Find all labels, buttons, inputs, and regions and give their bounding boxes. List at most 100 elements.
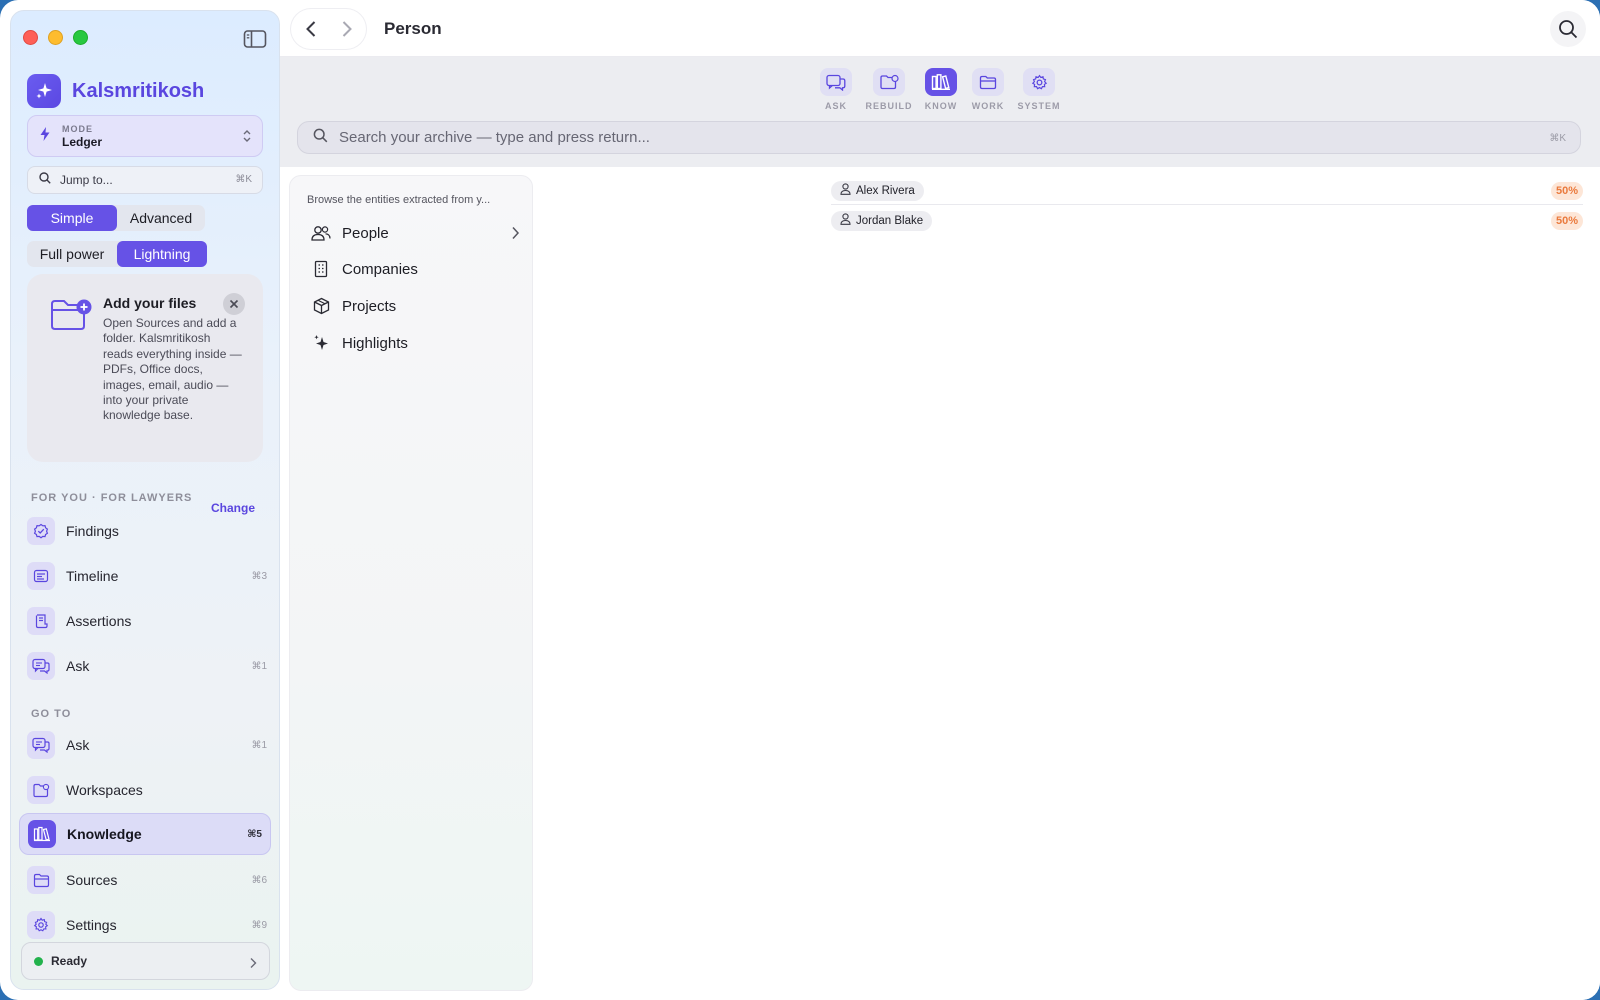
folder-icon: [972, 68, 1004, 96]
jump-to-shortcut: ⌘K: [235, 174, 252, 185]
jump-to-placeholder: Jump to...: [60, 173, 113, 187]
forward-arrow-icon[interactable]: [341, 20, 353, 43]
search-icon[interactable]: [1550, 11, 1586, 47]
shortcut-hint: ⌘1: [251, 660, 267, 672]
chat-icon: [820, 68, 852, 96]
minimize-window-button[interactable]: [48, 30, 63, 45]
section-toolbar: ASK REBUILD KNOW WORK SYSTEM Search your…: [280, 57, 1600, 167]
folder-plus-icon: [49, 298, 93, 337]
simple-toggle[interactable]: Simple: [27, 205, 117, 231]
sparkle-logo-icon: [27, 74, 61, 108]
app-window: Kalsmritikosh MODE Ledger Jump to... ⌘K …: [0, 0, 1600, 1000]
sidebar-item-label: Sources: [66, 872, 118, 888]
back-arrow-icon[interactable]: [305, 20, 317, 43]
main-content: Browse the entities extracted from y... …: [280, 167, 1600, 1000]
close-icon[interactable]: [223, 293, 245, 315]
relevance-badge: 50%: [1550, 212, 1583, 230]
browse-item-people[interactable]: People: [310, 219, 520, 247]
sidebar-item-label: Assertions: [66, 613, 132, 629]
sidebar-item-label: Settings: [66, 917, 117, 933]
zoom-window-button[interactable]: [73, 30, 88, 45]
sidebar-item-timeline[interactable]: Timeline ⌘3: [27, 558, 267, 594]
person-chip[interactable]: Jordan Blake: [831, 211, 933, 231]
building-icon: [310, 260, 332, 278]
jump-to-input[interactable]: Jump to... ⌘K: [27, 166, 263, 194]
person-chip[interactable]: Alex Rivera: [831, 181, 924, 201]
sidebar-item-assertions[interactable]: Assertions: [27, 603, 267, 639]
shortcut-hint: ⌘9: [251, 919, 267, 931]
top-bar: Person: [280, 0, 1600, 57]
status-text: Ready: [51, 954, 88, 968]
gear-icon: [1023, 68, 1055, 96]
mode-label: MODE: [62, 123, 93, 134]
mode-select[interactable]: MODE Ledger: [27, 115, 263, 157]
sidebar-item-findings[interactable]: Findings: [27, 513, 267, 549]
sidebar-item-ask[interactable]: Ask ⌘1: [27, 648, 267, 684]
search-icon: [39, 171, 51, 189]
archive-search-placeholder: Search your archive — type and press ret…: [339, 129, 650, 146]
sidebar: Kalsmritikosh MODE Ledger Jump to... ⌘K …: [10, 10, 280, 990]
brand-name: Kalsmritikosh: [72, 79, 205, 102]
person-name: Alex Rivera: [856, 185, 915, 197]
add-files-callout: Add your files Open Sources and add a fo…: [27, 274, 263, 462]
sidebar-item-knowledge[interactable]: Knowledge ⌘5: [19, 813, 271, 855]
tool-label: SYSTEM: [1017, 101, 1061, 111]
tool-label: KNOW: [924, 101, 958, 111]
tool-ask[interactable]: ASK: [811, 68, 861, 111]
for-you-section-label: FOR YOU · FOR LAWYERS: [31, 492, 193, 504]
person-icon: [840, 182, 851, 200]
shortcut-hint: ⌘1: [251, 739, 267, 751]
tool-rebuild[interactable]: REBUILD: [864, 68, 914, 111]
status-indicator: [34, 956, 43, 966]
status-bar[interactable]: Ready: [21, 942, 270, 980]
callout-title: Add your files: [103, 295, 197, 311]
timeline-icon: [27, 562, 55, 590]
sidebar-item-workspaces[interactable]: Workspaces: [27, 772, 267, 808]
browse-item-projects[interactable]: Projects: [310, 292, 520, 320]
browse-item-highlights[interactable]: Highlights: [310, 329, 520, 357]
tool-label: WORK: [971, 101, 1005, 111]
tool-system[interactable]: SYSTEM: [1014, 68, 1064, 111]
sidebar-toggle-icon[interactable]: [243, 29, 267, 49]
badge-check-icon: [27, 517, 55, 545]
search-icon: [313, 128, 328, 148]
shortcut-hint: ⌘5: [247, 828, 262, 840]
browse-item-label: People: [342, 224, 389, 242]
people-icon: [310, 225, 332, 241]
sidebar-item-label: Ask: [66, 737, 90, 753]
person-name: Jordan Blake: [856, 215, 924, 227]
tool-label: ASK: [824, 101, 847, 111]
full-power-toggle[interactable]: Full power: [27, 241, 117, 267]
shortcut-hint: ⌘6: [251, 874, 267, 886]
entity-row[interactable]: Jordan Blake 50%: [831, 207, 1583, 235]
browse-item-label: Companies: [342, 260, 418, 278]
browse-item-companies[interactable]: Companies: [310, 255, 520, 283]
chevron-right-icon: [511, 226, 520, 245]
gear-icon: [27, 911, 55, 939]
sidebar-item-label: Findings: [66, 523, 119, 539]
folder-gear-icon: [27, 776, 55, 804]
box-icon: [310, 297, 332, 315]
folder-icon: [27, 866, 55, 894]
shortcut-hint: ⌘3: [251, 570, 267, 582]
lightning-icon: [40, 126, 50, 146]
tool-work[interactable]: WORK: [963, 68, 1013, 111]
relevance-badge: 50%: [1550, 182, 1583, 200]
power-segment: Full power Lightning: [27, 241, 207, 267]
scroll-icon: [27, 607, 55, 635]
lightning-toggle[interactable]: Lightning: [117, 241, 207, 267]
folder-gear-icon: [873, 68, 905, 96]
tool-know[interactable]: KNOW: [916, 68, 966, 111]
sidebar-item-label: Workspaces: [66, 782, 143, 798]
entity-row[interactable]: Alex Rivera 50%: [831, 177, 1583, 205]
browse-description: Browse the entities extracted from y...: [307, 194, 491, 206]
sidebar-item-ask-goto[interactable]: Ask ⌘1: [27, 727, 267, 763]
sidebar-item-label: Timeline: [66, 568, 119, 584]
tool-label: REBUILD: [865, 101, 913, 111]
archive-search-input[interactable]: Search your archive — type and press ret…: [297, 121, 1581, 154]
advanced-toggle[interactable]: Advanced: [117, 205, 205, 231]
sidebar-item-label: Knowledge: [67, 826, 142, 842]
sidebar-item-settings[interactable]: Settings ⌘9: [27, 907, 267, 943]
close-window-button[interactable]: [23, 30, 38, 45]
sidebar-item-sources[interactable]: Sources ⌘6: [27, 862, 267, 898]
